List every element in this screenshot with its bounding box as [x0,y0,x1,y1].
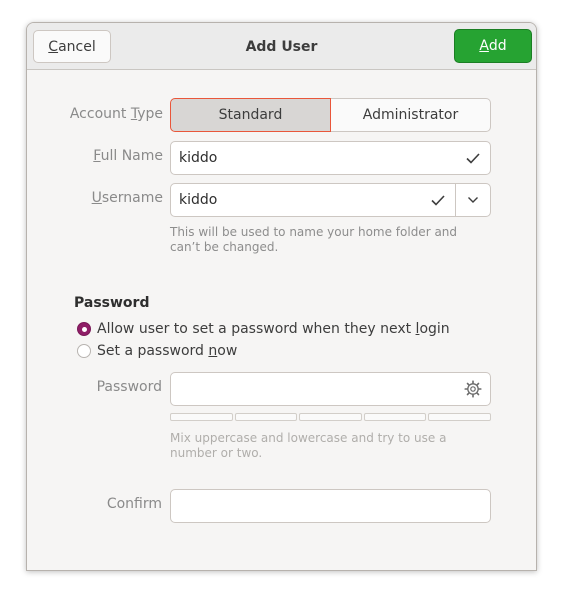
confirm-label: Confirm [106,496,162,512]
radio-label-now: Set a password now [97,343,238,359]
strength-segment [299,413,362,421]
strength-segment [428,413,491,421]
generate-password-icon [464,380,482,398]
chevron-down-icon[interactable] [456,184,490,216]
full-name-field[interactable]: kiddo [170,141,491,175]
strength-segment [234,413,298,421]
add-button[interactable]: Add [454,29,532,63]
radio-set-password-later[interactable]: Allow user to set a password when they n… [77,321,450,337]
strength-segment [170,413,233,421]
full-name-label: Full Name [93,148,163,164]
radio-label-later: Allow user to set a password when they n… [97,321,450,337]
password-strength-bar [170,413,491,421]
radio-button-unselected[interactable] [77,344,91,358]
password-section-title: Password [74,295,150,311]
username-label: Username [91,190,163,206]
radio-button-selected[interactable] [77,322,91,336]
header-bar: Add User Cancel Add [27,23,536,70]
account-type-standard[interactable]: Standard [170,98,331,132]
radio-set-password-now[interactable]: Set a password now [77,343,237,359]
checkmark-icon [427,194,449,206]
confirm-password-field [170,489,491,523]
password-strength-hint: Mix uppercase and lowercase and try to u… [170,431,447,460]
strength-segment [363,413,427,421]
account-type-administrator[interactable]: Administrator [331,98,491,132]
add-user-dialog: Add User Cancel Add Account Type Standar… [26,22,537,571]
checkmark-icon [462,152,484,164]
password-field [170,372,491,406]
username-value: kiddo [179,192,218,208]
account-type-label: Account Type [69,106,163,122]
full-name-value: kiddo [179,150,218,166]
cancel-button[interactable]: Cancel [33,30,111,63]
username-hint: This will be used to name your home fold… [170,225,458,254]
username-combo[interactable]: kiddo [170,183,491,217]
password-label: Password [96,379,162,395]
